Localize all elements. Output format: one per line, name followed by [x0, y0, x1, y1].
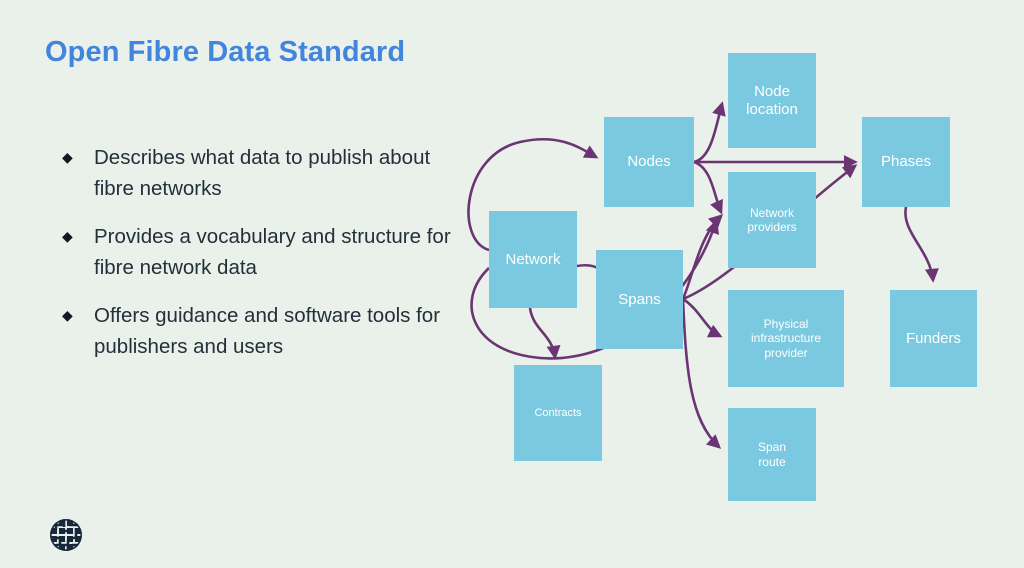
diagram-node-contracts[interactable]: Contracts: [514, 365, 602, 461]
entity-relationship-diagram: Network Nodes Spans Contracts Node locat…: [0, 0, 1024, 568]
edge-spans-to-network-providers: [681, 214, 724, 300]
diagram-node-funders[interactable]: Funders: [890, 290, 977, 387]
node-label: Nodes: [627, 153, 671, 171]
edge-nodes-to-node-location: [693, 101, 726, 164]
node-label: Contracts: [534, 406, 582, 419]
node-label: Funders: [905, 329, 962, 347]
diagram-node-physical-infrastructure-provider[interactable]: Physical infrastructure provider: [728, 290, 844, 387]
node-label: Spans: [618, 290, 661, 308]
node-label: Physical infrastructure provider: [750, 317, 822, 360]
edge-nodes-to-network-providers: [693, 160, 723, 215]
node-label: Network providers: [747, 205, 797, 234]
diagram-node-network[interactable]: Network: [489, 211, 577, 308]
diagram-node-node-location[interactable]: Node location: [728, 53, 816, 148]
edge-spans-to-span-route: [681, 298, 722, 449]
diagram-node-network-providers[interactable]: Network providers: [728, 172, 816, 268]
edge-phases-to-funders: [904, 206, 939, 283]
diagram-node-span-route[interactable]: Span route: [728, 408, 816, 501]
node-label: Phases: [880, 153, 932, 171]
diagram-node-nodes[interactable]: Nodes: [604, 117, 694, 207]
edge-spans-to-physical-infrastructure-provider: [682, 297, 723, 338]
edge-network-to-contracts: [528, 307, 561, 360]
diagram-node-phases[interactable]: Phases: [862, 117, 950, 207]
diagram-node-spans[interactable]: Spans: [596, 250, 683, 349]
node-label: Node location: [746, 82, 798, 118]
node-label: Span route: [757, 440, 787, 469]
slide-canvas: Open Fibre Data Standard ◆ Describes wha…: [0, 0, 1024, 568]
node-label: Network: [505, 250, 561, 268]
